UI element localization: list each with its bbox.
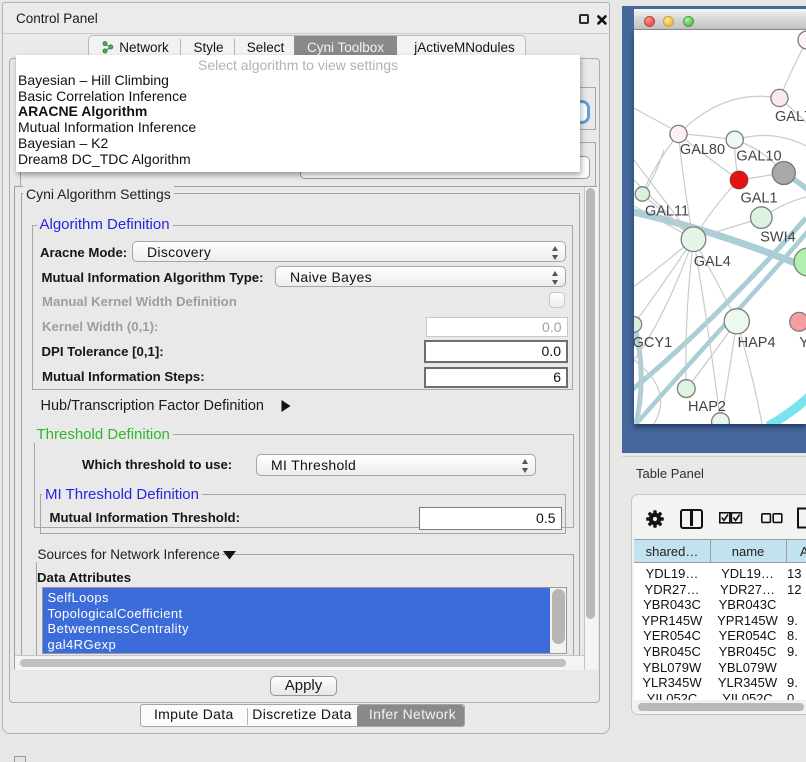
svg-text:GAL4: GAL4 <box>694 254 731 270</box>
svg-text:HAP2: HAP2 <box>688 399 726 415</box>
svg-text:GAL80: GAL80 <box>680 142 725 158</box>
svg-text:SWI4: SWI4 <box>760 230 795 246</box>
svg-text:GAL10: GAL10 <box>736 149 781 165</box>
svg-text:Y: Y <box>799 335 806 351</box>
svg-text:GCY1: GCY1 <box>634 335 672 351</box>
svg-text:GAL11: GAL11 <box>645 204 689 220</box>
svg-text:HAP4: HAP4 <box>738 335 776 351</box>
svg-text:GAL1: GAL1 <box>740 191 777 207</box>
svg-text:GAL7: GAL7 <box>775 109 806 125</box>
